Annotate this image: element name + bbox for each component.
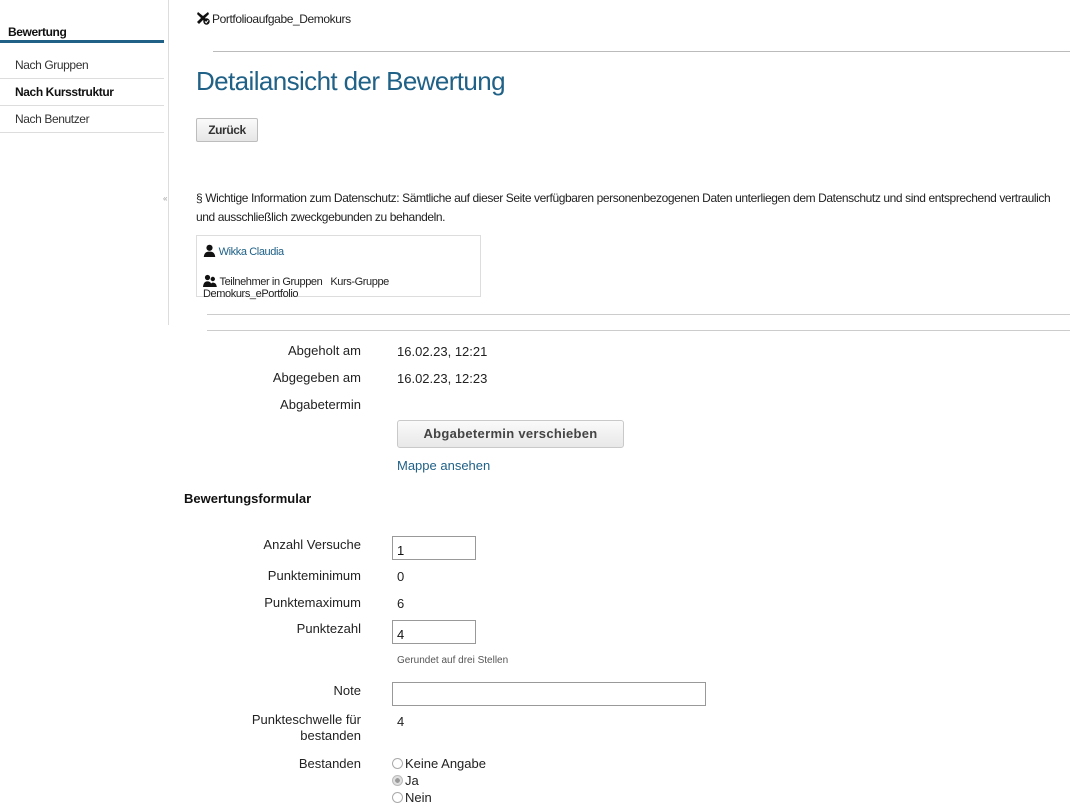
grade-label: Note [333,683,361,698]
radio-button[interactable] [392,758,403,769]
attempts-label: Anzahl Versuche [263,537,361,552]
page-title: Detailansicht der Bewertung [196,66,506,96]
threshold-value: 4 [397,714,405,729]
defer-deadline-button[interactable]: Abgabetermin verschieben [397,420,624,448]
threshold-label: Punkteschwelle für bestanden [161,712,361,744]
passed-option-nein[interactable]: Nein [392,790,432,806]
group-label: Teilnehmer in Gruppen [219,276,323,288]
score-hint: Gerundet auf drei Stellen [397,655,509,666]
radio-button[interactable] [392,792,403,803]
radio-label: Keine Angabe [405,756,486,771]
radio-button-selected[interactable] [392,775,403,786]
attempts-input[interactable] [392,536,476,560]
score-label: Punktezahl [296,621,361,636]
breadcrumb[interactable]: Portfolioaufgabe_Demokurs [196,11,351,26]
max-points-label: Punktemaximum [264,595,361,610]
deadline-label: Abgabetermin [280,397,361,412]
picked-up-value: 16.02.23, 12:21 [397,344,488,359]
grade-input[interactable] [392,682,706,706]
sidebar: Bewertung Nach Gruppen Nach Kursstruktur… [0,0,169,325]
submitted-value: 16.02.23, 12:23 [397,371,488,386]
sidebar-item-nach-gruppen[interactable]: Nach Gruppen [0,52,164,79]
max-points-value: 6 [397,596,405,611]
picked-up-label: Abgeholt am [288,343,361,358]
passed-label: Bestanden [298,756,361,771]
passed-option-ja[interactable]: Ja [392,773,419,789]
user-icon [203,244,216,257]
participant-name-link[interactable]: Wikka Claudia [219,246,285,258]
participant-card: Wikka Claudia Teilnehmer in Gruppen Kurs… [196,235,481,300]
passed-option-keine-angabe[interactable]: Keine Angabe [392,756,486,772]
view-binder-link[interactable]: Mappe ansehen [397,458,490,473]
group-icon [203,274,217,287]
sidebar-item-nach-benutzer[interactable]: Nach Benutzer [0,106,164,133]
group-row: Teilnehmer in Gruppen Kurs-Gruppe Demoku… [203,274,480,300]
grading-form-title: Bewertungsformular [184,491,312,506]
back-button[interactable]: Zurück [196,118,258,142]
divider [213,51,1070,52]
participant-row: Wikka Claudia [203,244,284,258]
radio-label: Ja [405,773,419,788]
sidebar-item-nach-kursstruktur[interactable]: Nach Kursstruktur [0,79,164,106]
min-points-value: 0 [397,569,405,584]
sidebar-collapse-handle[interactable]: « [163,194,167,203]
min-points-label: Punkteminimum [267,568,361,583]
threshold-label-line-1: Punkteschwelle für [251,712,361,727]
radio-label: Nein [405,790,432,805]
submitted-label: Abgegeben am [272,370,361,385]
divider [207,330,1070,331]
score-input[interactable] [392,620,476,644]
privacy-notice: § Wichtige Information zum Datenschutz: … [196,191,1051,224]
breadcrumb-label: Portfolioaufgabe_Demokurs [212,12,351,26]
portfolio-task-icon [196,11,210,25]
threshold-label-line-2: bestanden [300,728,361,743]
divider [207,314,1070,315]
sidebar-heading: Bewertung [0,21,164,43]
